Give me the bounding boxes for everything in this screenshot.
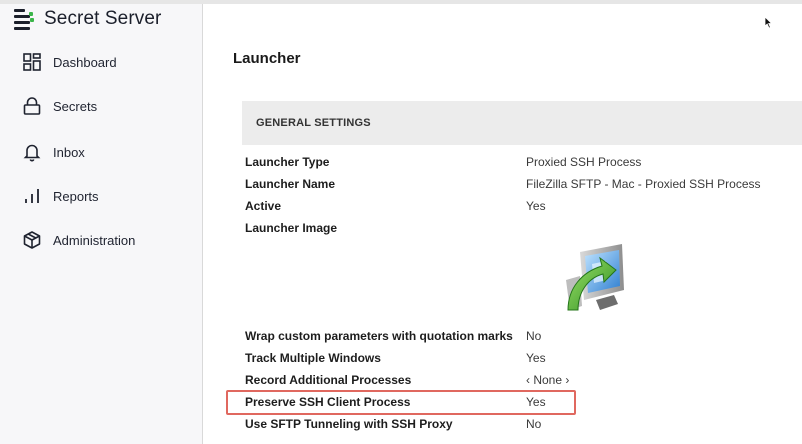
bar-chart-icon (22, 186, 42, 206)
field-value: No (526, 329, 542, 343)
sidebar-item-dashboard[interactable]: Dashboard (22, 52, 117, 72)
field-label: Wrap custom parameters with quotation ma… (245, 329, 513, 343)
field-value: No (526, 417, 542, 431)
field-row-active: Active Yes (245, 196, 802, 216)
field-row-launcher-name: Launcher Name FileZilla SFTP - Mac - Pro… (245, 174, 802, 194)
sidebar-item-administration[interactable]: Administration (22, 230, 135, 250)
field-value: FileZilla SFTP - Mac - Proxied SSH Proce… (526, 177, 761, 191)
main-content: Launcher GENERAL SETTINGS Launcher Type … (204, 4, 802, 444)
field-label: Active (245, 199, 282, 213)
field-value: Proxied SSH Process (526, 155, 642, 169)
section-header-label: GENERAL SETTINGS (256, 117, 371, 129)
lock-icon (22, 96, 42, 116)
field-value: Yes (526, 199, 546, 213)
field-row-wrap-custom-parameters: Wrap custom parameters with quotation ma… (245, 326, 802, 346)
sidebar-item-secrets[interactable]: Secrets (22, 96, 97, 116)
general-settings-header: GENERAL SETTINGS (242, 101, 802, 145)
highlight-box (226, 390, 576, 415)
field-row-use-sftp-tunneling: Use SFTP Tunneling with SSH Proxy No (245, 414, 802, 434)
field-label: Launcher Name (245, 177, 336, 191)
sidebar: Secret Server Dashboard Secrets Inbox Re… (0, 4, 203, 444)
mouse-cursor-icon (764, 16, 773, 34)
field-label: Record Additional Processes (245, 373, 412, 387)
field-row-record-additional-processes: Record Additional Processes ‹ None › (245, 370, 802, 390)
remote-screen-arrow-icon (562, 240, 630, 318)
field-value: ‹ None › (526, 373, 570, 387)
sidebar-item-label: Dashboard (53, 54, 117, 70)
page-title: Launcher (233, 50, 301, 67)
app-title: Secret Server (44, 8, 162, 29)
brand[interactable]: Secret Server (14, 6, 161, 32)
cube-icon (22, 230, 42, 250)
sidebar-item-label: Administration (53, 232, 136, 248)
field-value: Yes (526, 351, 546, 365)
field-row-track-multiple-windows: Track Multiple Windows Yes (245, 348, 802, 368)
field-row-launcher-type: Launcher Type Proxied SSH Process (245, 152, 802, 172)
field-row-launcher-image: Launcher Image (245, 218, 802, 238)
dashboard-grid-icon (22, 52, 42, 72)
sidebar-item-label: Inbox (53, 144, 85, 160)
secret-server-logo-icon (14, 8, 34, 30)
sidebar-item-inbox[interactable]: Inbox (22, 142, 85, 162)
bell-icon (22, 142, 42, 162)
sidebar-item-label: Secrets (53, 98, 98, 114)
sidebar-item-reports[interactable]: Reports (22, 186, 99, 206)
sidebar-item-label: Reports (53, 188, 99, 204)
field-label: Track Multiple Windows (245, 351, 381, 365)
field-label: Launcher Type (245, 155, 330, 169)
field-label: Use SFTP Tunneling with SSH Proxy (245, 417, 453, 431)
field-label: Launcher Image (245, 221, 338, 235)
